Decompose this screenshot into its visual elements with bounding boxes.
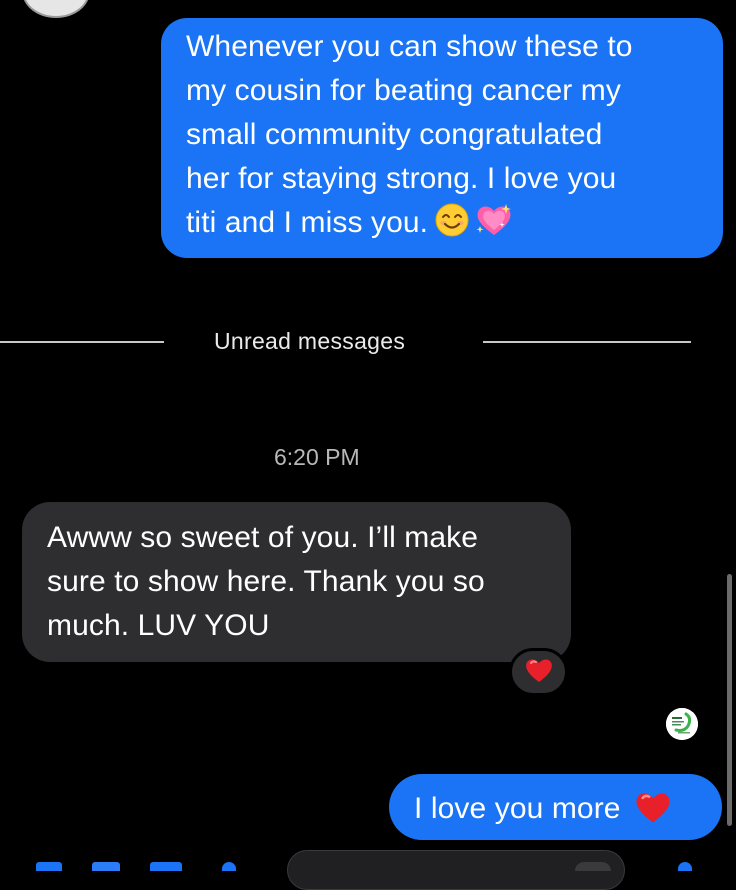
camera-icon[interactable] xyxy=(36,862,62,871)
smiling-face-icon xyxy=(434,202,470,251)
message-timestamp: 6:20 PM xyxy=(274,444,360,470)
message-line: her for staying strong. I love you xyxy=(186,162,617,195)
audio-icon[interactable] xyxy=(575,862,611,871)
outgoing-message-bubble[interactable]: Whenever you can show these to my cousin… xyxy=(161,18,723,258)
unread-divider-line-left xyxy=(0,341,164,343)
sparkling-heart-icon xyxy=(474,202,514,251)
incoming-message-bubble[interactable]: Awww so sweet of you. I’ll make sure to … xyxy=(22,502,571,662)
photo-icon[interactable] xyxy=(150,862,182,871)
more-icon[interactable] xyxy=(222,862,236,871)
red-heart-icon xyxy=(524,656,554,689)
red-heart-icon xyxy=(633,789,673,838)
unread-divider-line-right xyxy=(483,341,691,343)
apps-icon[interactable] xyxy=(92,862,120,871)
read-receipt-avatar xyxy=(666,708,698,740)
unread-messages-label: Unread messages xyxy=(214,328,406,354)
message-line: sure to show here. Thank you so xyxy=(47,565,485,598)
message-line: much. LUV YOU xyxy=(47,609,270,642)
message-text: I love you more xyxy=(414,792,621,825)
message-line: Awww so sweet of you. I’ll make xyxy=(47,521,479,554)
message-line: small community congratulated xyxy=(186,118,603,151)
microphone-icon[interactable] xyxy=(678,862,692,871)
message-line: Whenever you can show these to xyxy=(186,30,633,63)
message-line-with-emoji: titi and I miss you. xyxy=(186,201,703,251)
contact-avatar[interactable] xyxy=(22,0,90,18)
message-line: my cousin for beating cancer my xyxy=(186,74,621,107)
message-line: titi and I miss you. xyxy=(186,206,429,239)
heart-reaction[interactable] xyxy=(509,648,568,696)
scrollbar[interactable] xyxy=(727,574,732,826)
outgoing-message-bubble[interactable]: I love you more xyxy=(389,774,722,840)
